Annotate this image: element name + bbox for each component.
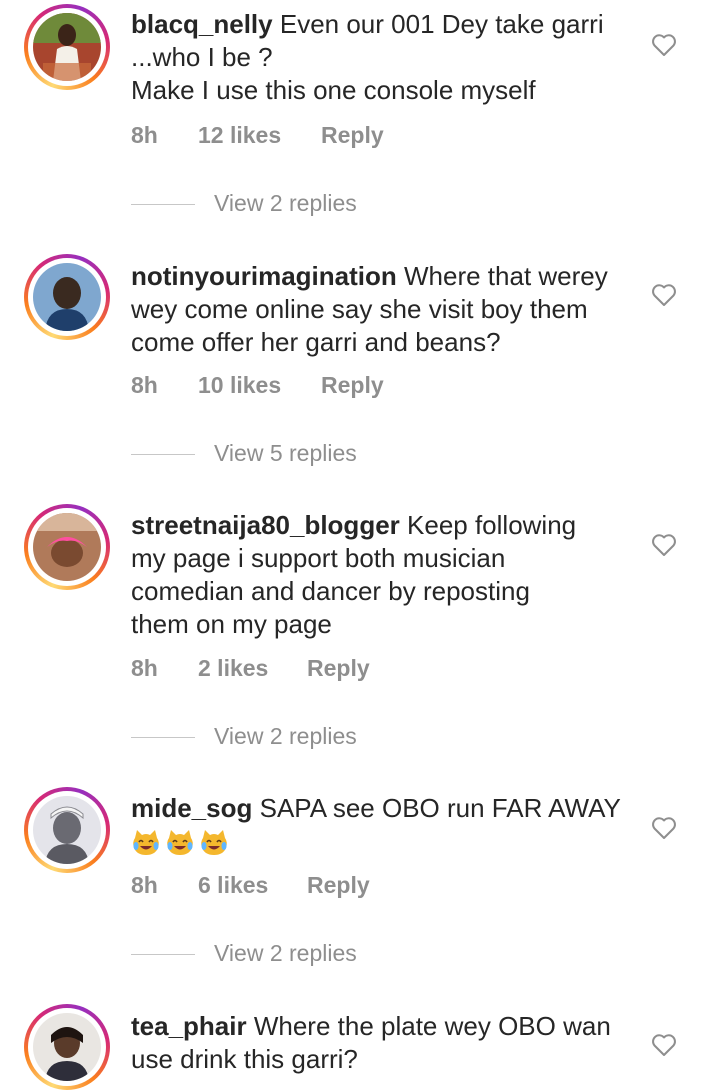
avatar[interactable]	[24, 1004, 110, 1090]
avatar[interactable]	[24, 787, 110, 873]
divider	[131, 204, 195, 205]
view-replies-button[interactable]: View 5 replies	[131, 440, 431, 470]
comment-text: mide_sog SAPA see OBO run FAR AWAY	[131, 792, 631, 858]
view-replies-button[interactable]: View 2 replies	[131, 190, 431, 220]
comment-text: tea_phair Where the plate wey OBO wan us…	[131, 1010, 631, 1076]
heart-icon[interactable]	[651, 283, 677, 307]
comment-line: my page i support both musician	[131, 543, 506, 573]
comment-line: wey come online say she visit boy them	[131, 294, 588, 324]
view-replies-label: View 2 replies	[214, 723, 357, 749]
cat-tears-of-joy-icon	[167, 830, 193, 855]
comment-username[interactable]: streetnaija80_blogger	[131, 510, 400, 540]
cat-tears-of-joy-icon	[133, 830, 159, 855]
comment-line: Where that werey	[404, 261, 608, 291]
comment-text: notinyourimagination Where that werey we…	[131, 260, 631, 359]
view-replies-button[interactable]: View 2 replies	[131, 723, 431, 753]
comment-text: blacq_nelly Even our 001 Dey take garri …	[131, 8, 631, 107]
comment-time: 8h	[131, 372, 158, 398]
comment-line: SAPA see OBO run FAR AWAY	[259, 793, 621, 823]
comment-line: Make I use this one console myself	[131, 75, 536, 105]
likes-count[interactable]: 6 likes	[198, 872, 268, 899]
reply-button[interactable]: Reply	[307, 872, 370, 899]
comment-line: Where the plate wey OBO wan	[253, 1011, 611, 1041]
heart-icon[interactable]	[651, 533, 677, 557]
comment-line: come offer her garri and beans?	[131, 327, 501, 357]
comment-time: 8h	[131, 872, 158, 898]
comment-line: comedian and dancer by reposting	[131, 576, 530, 606]
emoji-row	[131, 826, 233, 856]
comment-line: them on my page	[131, 609, 332, 639]
avatar[interactable]	[24, 254, 110, 340]
reply-button[interactable]: Reply	[307, 655, 370, 682]
likes-count[interactable]: 10 likes	[198, 372, 281, 399]
cat-tears-of-joy-icon	[201, 830, 227, 855]
heart-icon[interactable]	[651, 816, 677, 840]
likes-count[interactable]: 12 likes	[198, 122, 281, 149]
heart-icon[interactable]	[651, 1033, 677, 1057]
avatar[interactable]	[24, 504, 110, 590]
comment-line: Even our 001 Dey take garri	[279, 9, 604, 39]
view-replies-button[interactable]: View 2 replies	[131, 940, 431, 970]
divider	[131, 737, 195, 738]
view-replies-label: View 2 replies	[214, 190, 357, 216]
comment-line: Keep following	[407, 510, 577, 540]
divider	[131, 954, 195, 955]
reply-button[interactable]: Reply	[321, 122, 384, 149]
view-replies-label: View 5 replies	[214, 440, 357, 466]
avatar[interactable]	[24, 4, 110, 90]
divider	[131, 454, 195, 455]
comment-line: ...who I be ?	[131, 42, 273, 72]
comment-username[interactable]: mide_sog	[131, 793, 252, 823]
comment-username[interactable]: tea_phair	[131, 1011, 247, 1041]
reply-button[interactable]: Reply	[321, 372, 384, 399]
heart-icon[interactable]	[651, 33, 677, 57]
comment-time: 8h	[131, 655, 158, 681]
likes-count[interactable]: 2 likes	[198, 655, 268, 682]
comment-time: 8h	[131, 122, 158, 148]
comment-username[interactable]: blacq_nelly	[131, 9, 273, 39]
comment-username[interactable]: notinyourimagination	[131, 261, 397, 291]
view-replies-label: View 2 replies	[214, 940, 357, 966]
comment-line: use drink this garri?	[131, 1044, 358, 1074]
comment-text: streetnaija80_blogger Keep following my …	[131, 509, 631, 641]
